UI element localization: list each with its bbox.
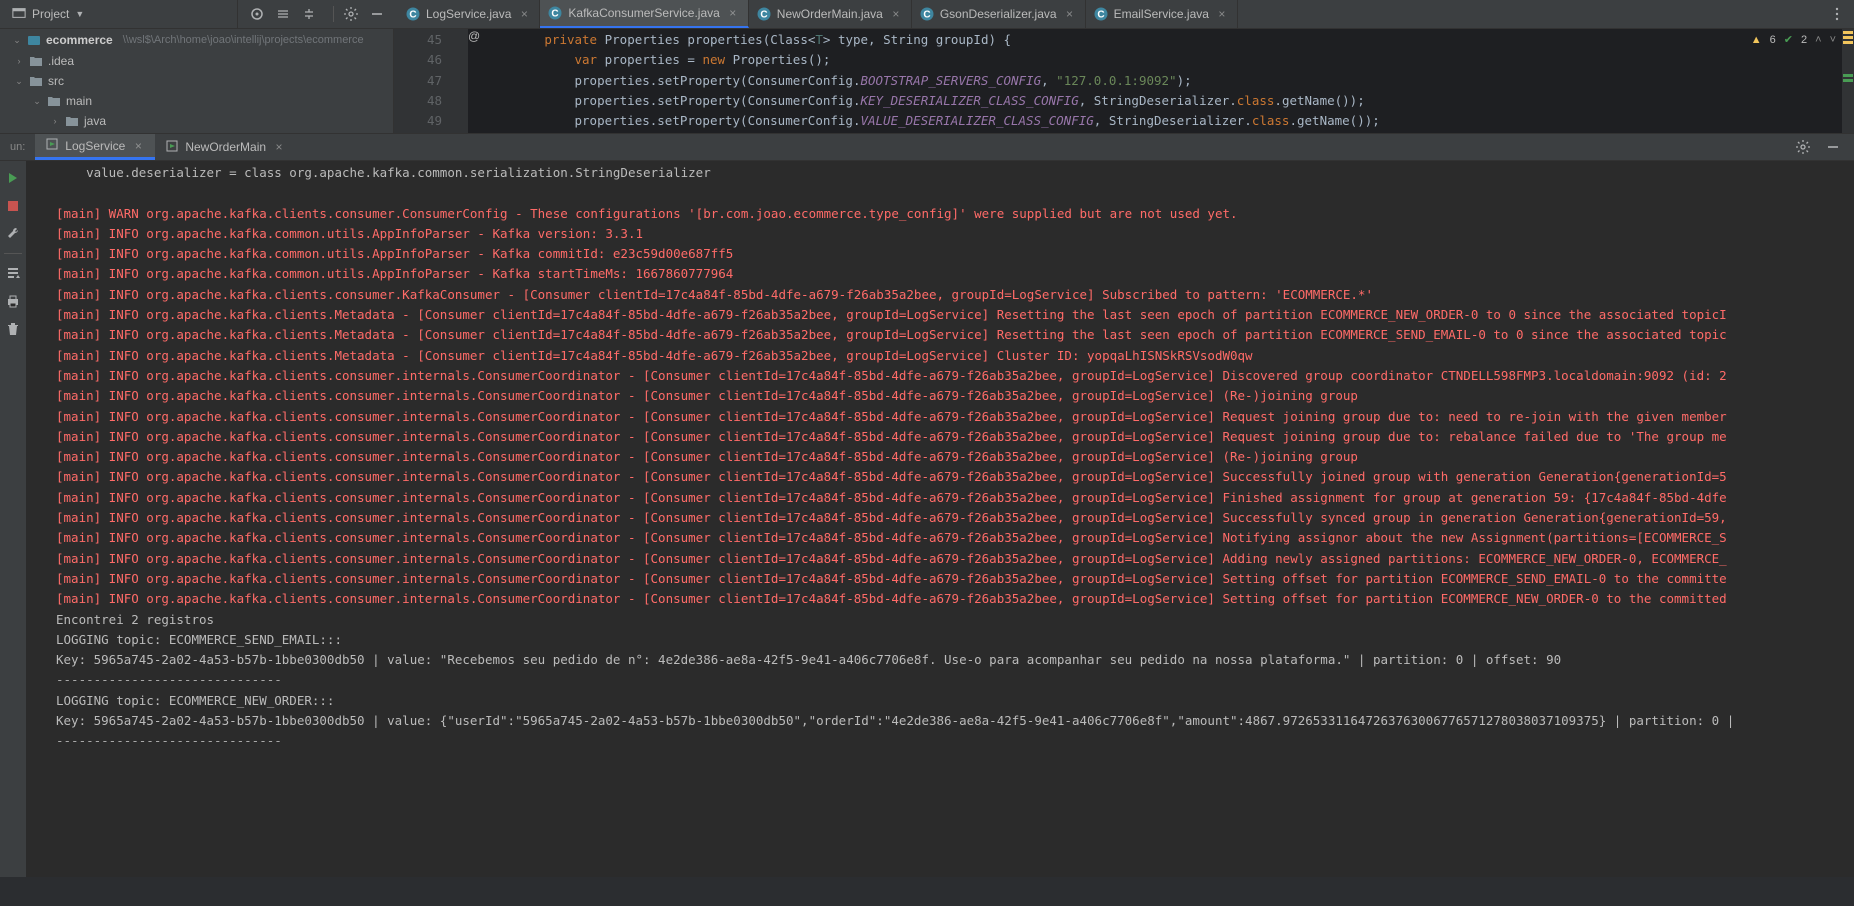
more-button[interactable] [1824, 1, 1850, 27]
stop-button[interactable] [2, 195, 24, 217]
chevron-down-icon: ▼ [75, 9, 84, 19]
folder-icon [28, 73, 44, 89]
settings-button[interactable] [338, 1, 364, 27]
project-tool-window-header[interactable]: Project ▼ [0, 0, 238, 28]
run-tabs: LogService × NewOrderMain × [35, 134, 296, 160]
tab-label: EmailService.java [1114, 7, 1209, 21]
tree-label: main [66, 94, 92, 108]
tree-root-label: ecommerce [46, 33, 113, 47]
tree-arrow-icon[interactable]: › [50, 116, 60, 126]
code-editor[interactable]: ▲6 ✔2 ˄ ˅ 4546474849 @ private Propertie… [394, 29, 1854, 133]
delete-button[interactable] [2, 318, 24, 340]
editor-content[interactable]: private Properties properties(Class<T> t… [480, 29, 1842, 133]
folder-icon [64, 113, 80, 129]
main-area: ⌄ ecommerce \\wsl$\Arch\home\joao\intell… [0, 29, 1854, 133]
run-header: un: LogService × NewOrderMain × [0, 134, 1854, 161]
run-hide-button[interactable] [1820, 134, 1846, 160]
chevron-down-icon[interactable]: ⌄ [12, 35, 22, 46]
run-settings-button[interactable] [1790, 134, 1816, 160]
tab-label: GsonDeserializer.java [940, 7, 1057, 21]
tree-item[interactable]: ⌄ src [0, 71, 393, 91]
close-icon[interactable]: × [726, 6, 740, 20]
svg-text:C: C [1097, 10, 1104, 21]
close-icon[interactable]: × [889, 7, 903, 21]
expand-all-button[interactable] [270, 1, 296, 27]
close-icon[interactable]: × [1063, 7, 1077, 21]
project-icon [12, 6, 26, 23]
project-tree[interactable]: ⌄ ecommerce \\wsl$\Arch\home\joao\intell… [0, 29, 394, 133]
hide-button[interactable] [364, 1, 390, 27]
run-tab[interactable]: NewOrderMain × [155, 134, 296, 160]
java-class-icon: C [548, 6, 562, 20]
run-label: un: [0, 141, 35, 153]
run-tool-window: un: LogService × NewOrderMain × value.deser… [0, 133, 1854, 877]
run-tab-label: LogService [65, 139, 125, 153]
svg-text:C: C [552, 9, 559, 20]
tree-item[interactable]: ⌄ main [0, 91, 393, 111]
close-icon[interactable]: × [517, 7, 531, 21]
folder-icon [28, 53, 44, 69]
run-tab-label: NewOrderMain [185, 140, 266, 154]
run-sidebar [0, 161, 26, 877]
module-icon [26, 32, 42, 48]
wrench-button[interactable] [2, 223, 24, 245]
scroll-to-end-button[interactable] [2, 262, 24, 284]
java-class-icon: C [406, 7, 420, 21]
tree-label: .idea [48, 54, 74, 68]
tab-label: LogService.java [426, 7, 511, 21]
close-icon[interactable]: × [131, 139, 145, 153]
tree-arrow-icon[interactable]: ⌄ [32, 96, 42, 107]
tree-item[interactable]: › java [0, 111, 393, 131]
console-output[interactable]: value.deserializer = class org.apache.ka… [26, 161, 1854, 877]
svg-text:C: C [409, 10, 416, 21]
tree-arrow-icon[interactable]: ⌄ [14, 76, 24, 87]
editor-tab[interactable]: C EmailService.java × [1086, 0, 1238, 28]
project-label: Project [32, 7, 69, 21]
tree-item[interactable]: › .idea [0, 51, 393, 71]
run-config-icon [165, 139, 179, 156]
java-class-icon: C [1094, 7, 1108, 21]
editor-gutter[interactable]: 4546474849 [394, 29, 468, 133]
svg-text:C: C [923, 10, 930, 21]
tree-label: java [84, 114, 106, 128]
editor-tabs: C LogService.java × C KafkaConsumerService.j… [398, 0, 1238, 28]
editor-tab[interactable]: C NewOrderMain.java × [749, 0, 912, 28]
run-tab[interactable]: LogService × [35, 134, 155, 160]
tab-label: NewOrderMain.java [777, 7, 883, 21]
tree-label: src [48, 74, 64, 88]
tree-root[interactable]: ⌄ ecommerce \\wsl$\Arch\home\joao\intell… [0, 29, 393, 51]
select-opened-file-button[interactable] [244, 1, 270, 27]
rerun-button[interactable] [2, 167, 24, 189]
collapse-all-button[interactable] [296, 1, 322, 27]
close-icon[interactable]: × [272, 140, 286, 154]
run-config-icon [45, 137, 59, 154]
editor-tab[interactable]: C LogService.java × [398, 0, 540, 28]
folder-icon [46, 93, 62, 109]
gutter-annotation-icon[interactable]: @ [468, 29, 480, 133]
editor-tab[interactable]: C GsonDeserializer.java × [912, 0, 1086, 28]
close-icon[interactable]: × [1215, 7, 1229, 21]
project-toolbar [244, 1, 390, 27]
topbar: Project ▼ C LogService.java × C KafkaConsume… [0, 0, 1854, 29]
svg-text:C: C [760, 10, 767, 21]
java-class-icon: C [920, 7, 934, 21]
tree-arrow-icon[interactable]: › [14, 56, 24, 66]
tree-root-path: \\wsl$\Arch\home\joao\intellij\projects\… [123, 34, 364, 46]
error-stripe[interactable] [1842, 29, 1854, 133]
tab-label: KafkaConsumerService.java [568, 6, 719, 20]
editor-tab[interactable]: C KafkaConsumerService.java × [540, 0, 748, 28]
print-button[interactable] [2, 290, 24, 312]
java-class-icon: C [757, 7, 771, 21]
